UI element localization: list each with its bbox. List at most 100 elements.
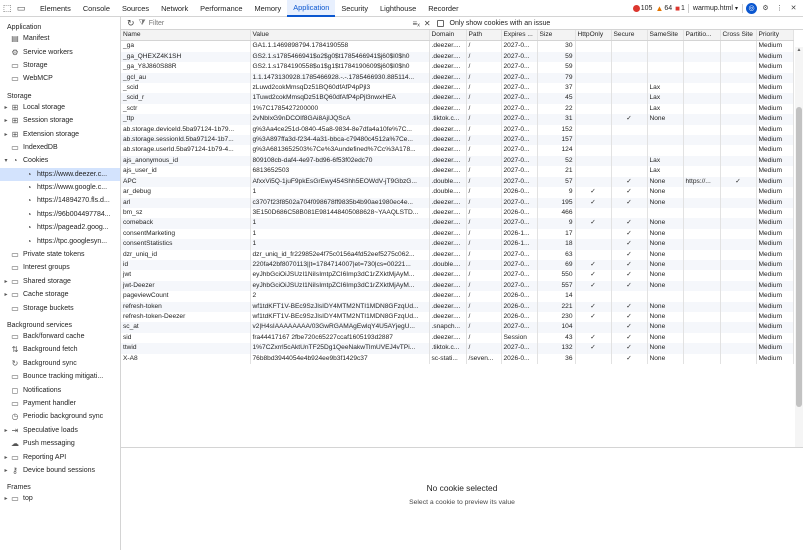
sidebar-item-reporting-api[interactable]: ▸ ▭ Reporting API [0, 450, 120, 463]
sidebar-item-session-storage[interactable]: ▸ ⊞ Session storage [0, 114, 120, 127]
expand-arrow-icon[interactable]: ▸ [2, 495, 10, 502]
sidebar-item-storage-buckets[interactable]: ▭ Storage buckets [0, 301, 120, 314]
sidebar-item-interest-groups[interactable]: ▭ Interest groups [0, 261, 120, 274]
table-row[interactable]: sc_at v2|H4sIAAAAAAAA/03GwRGAMAgEwlqY4U5A… [121, 322, 794, 333]
table-row[interactable]: consentMarketing 1 .deezer..../2026-1... 17… [121, 228, 794, 240]
sidebar-item-indexeddb[interactable]: ▭ IndexedDB [0, 141, 120, 154]
table-row[interactable]: APC AfxxVi5Q-1juF9pkEsGrEwy454Shh5EOWdV-j… [121, 176, 794, 188]
sidebar-item-back-forward-cache[interactable]: ▭ Back/forward cache [0, 330, 120, 343]
table-row[interactable]: _scid zLuwd2cokMmsqDz51BQ60dfAfP4pPjl3 .de… [121, 83, 794, 94]
gear-icon[interactable]: ⚙ [760, 3, 771, 14]
sidebar-item-cookies[interactable]: ▾ ◔ Cookies [0, 154, 120, 167]
sidebar-item-speculative-loads[interactable]: ▸ ⇥ Speculative loads [0, 424, 120, 437]
sidebar-item-device-bound-sessions[interactable]: ▸ ⚷ Device bound sessions [0, 464, 120, 477]
expand-arrow-icon[interactable]: ▸ [2, 467, 10, 474]
tab-recorder[interactable]: Recorder [422, 0, 464, 17]
table-scrollbar[interactable]: ▲ [795, 47, 803, 461]
sidebar-item-background-sync[interactable]: ↻ Background sync [0, 357, 120, 370]
table-row[interactable]: _ga_QHEXZ4K1SH GS2.1.s1785466941$o2$g0$t1… [121, 51, 794, 63]
table-row[interactable]: arl c3707f23f8502a704f098678ff9835b4b90ae… [121, 197, 794, 208]
table-row[interactable]: comeback 1 .deezer..../2027-0... 9 ✓ ✓ None Med… [121, 218, 794, 229]
column-header-path[interactable]: Path [466, 30, 502, 42]
table-row[interactable]: ab.storage.userId.5ba97124-1b79-4... g%3A… [121, 145, 794, 156]
column-header-name[interactable]: Name [121, 30, 251, 42]
sidebar-item-bounce-tracking-mitigati[interactable]: ▭ Bounce tracking mitigati... [0, 370, 120, 383]
clear-all-cookies-icon[interactable]: ✕ [424, 19, 431, 28]
tab-performance[interactable]: Performance [194, 0, 248, 17]
sidebar-item-https-www-google-c[interactable]: ◔ https://www.google.c... [0, 181, 120, 194]
table-row[interactable]: bm_sz 3E150D686C58B081E981448405088628~YA… [121, 207, 794, 219]
expand-arrow-icon[interactable]: ▸ [2, 131, 10, 138]
more-options-icon[interactable]: ⋮ [774, 3, 785, 14]
sidebar-item-manifest[interactable]: ▤ Manifest [0, 32, 120, 45]
table-row[interactable]: _sctr 1%7C1785427200000 .deezer..../2027-0… [121, 103, 794, 115]
table-row[interactable]: X-A8 76b8bd3944054e4b924ee9b3f1429c37 sc-s… [121, 353, 794, 364]
tab-console[interactable]: Console [77, 0, 116, 17]
scroll-up-icon[interactable]: ▲ [795, 47, 803, 53]
table-row[interactable]: ajs_user_id 6813652503 .deezer..../2027-0.… [121, 166, 794, 177]
table-row[interactable]: _ga_Y8J860S88R GS2.1.s1784190558$o1$g1$t1… [121, 62, 794, 73]
sidebar-item-push-messaging[interactable]: ☁ Push messaging [0, 437, 120, 450]
sidebar-item-cache-storage[interactable]: ▸ ▭ Cache storage [0, 288, 120, 301]
sidebar-item-top[interactable]: ▸ ▭ top [0, 492, 120, 505]
sidebar-item-local-storage[interactable]: ▸ ⊞ Local storage [0, 101, 120, 114]
sidebar-item-https-tpc-googlesyn[interactable]: ◔ https://tpc.googlesyn... [0, 234, 120, 247]
column-header-expires[interactable]: Expires ... [501, 30, 538, 42]
table-row[interactable]: _scid_r 1Tuwd2cokMmsqDz51BQ60dfAfP4pPjl3n… [121, 93, 794, 104]
table-row[interactable]: pageviewCount 2 .deezer..../2026-0... 14 Med… [121, 291, 794, 302]
tab-lighthouse[interactable]: Lighthouse [374, 0, 422, 17]
expand-arrow-icon[interactable]: ▸ [2, 117, 10, 124]
sidebar-item-storage[interactable]: ▭ Storage [0, 59, 120, 72]
table-row[interactable]: id 220fa42bf8070113||t=1784714007|et=730|… [121, 259, 794, 271]
sidebar-item-background-fetch[interactable]: ⇅ Background fetch [0, 343, 120, 356]
table-row[interactable]: ttwid 1%7CZxrrl5cAktUnTF25Dg1QeeNakwTlmUV… [121, 343, 794, 354]
table-row[interactable]: jwt eyJhbGciOiJSUzI1NiIsImtpZCI6Imp3dC1rZ… [121, 270, 794, 281]
inspect-element-icon[interactable]: ⬚ [0, 1, 14, 15]
table-row[interactable]: ar_debug 1 .double..../2026-0... 9 ✓ ✓ None Med… [121, 187, 794, 198]
column-header-cross-site[interactable]: Cross Site [720, 30, 757, 42]
refresh-icon[interactable]: ↻ [127, 18, 135, 29]
sidebar-item-https-14894270-fls-d[interactable]: ◔ https://14894270.fls.d... [0, 194, 120, 207]
sidebar-item-https-www-deezer-c[interactable]: ◔ https://www.deezer.c... [0, 167, 120, 181]
expand-arrow-icon[interactable]: ▾ [2, 157, 10, 164]
sidebar-item-shared-storage[interactable]: ▸ ▭ Shared storage [0, 275, 120, 288]
sidebar-item-notifications[interactable]: ◻ Notifications [0, 383, 120, 396]
column-header-size[interactable]: Size [537, 30, 576, 42]
table-row[interactable]: _ga GA1.1.1469898794.1784190558 .deezer...… [121, 40, 794, 52]
only-issues-checkbox[interactable] [436, 19, 444, 27]
tab-security[interactable]: Security [335, 0, 374, 17]
column-header-partitio[interactable]: Partitio... [683, 30, 721, 42]
filter-input[interactable]: ⧩ Filter [139, 18, 369, 28]
table-row[interactable]: refresh-token-Deezer wf1tdKFT1V-BEc9SzJls… [121, 311, 794, 323]
expand-arrow-icon[interactable]: ▸ [2, 427, 10, 434]
sidebar-item-periodic-background-sync[interactable]: ◷ Periodic background sync [0, 410, 120, 423]
device-toolbar-icon[interactable]: ▭ [14, 1, 28, 15]
table-row[interactable]: ab.storage.sessionId.5ba97124-1b7... g%3A… [121, 135, 794, 146]
table-row[interactable]: jwt-Deezer eyJhbGciOiJSUzI1NiIsImtpZCI6Im… [121, 280, 794, 292]
sidebar-item-extension-storage[interactable]: ▸ ⊞ Extension storage [0, 127, 120, 140]
table-row[interactable]: _gcl_au 1.1.1473130928.1785466928.-.-.178… [121, 72, 794, 84]
scrollbar-thumb[interactable] [796, 107, 802, 407]
tab-application[interactable]: Application [287, 0, 336, 17]
expand-arrow-icon[interactable]: ▸ [2, 104, 10, 111]
tab-sources[interactable]: Sources [116, 0, 155, 17]
clear-filtered-cookies-icon[interactable]: ≡ₓ [413, 19, 420, 28]
column-header-samesite[interactable]: SameSite [647, 30, 684, 42]
ai-assistance-icon[interactable]: ◎ [746, 2, 757, 14]
sidebar-item-webmcp[interactable]: ▭ WebMCP [0, 72, 120, 85]
table-row[interactable]: refresh-token wf1tdKFT1V-BEc9SzJlsIDY4MTM… [121, 301, 794, 312]
error-count-badge[interactable]: 105 [632, 4, 652, 12]
warning-count-badge[interactable]: ▲ 64 [655, 4, 672, 13]
table-row[interactable]: ajs_anonymous_id 809108cb-daf4-4e97-bd96-… [121, 155, 794, 167]
table-row[interactable]: ab.storage.deviceId.5ba97124-1b79... g%3A… [121, 124, 794, 136]
column-header-value[interactable]: Value [250, 30, 430, 42]
sidebar-item-https-96b004497784[interactable]: ◔ https://96b004497784... [0, 208, 120, 221]
column-header-domain[interactable]: Domain [429, 30, 467, 42]
column-header-httponly[interactable]: HttpOnly [575, 30, 612, 42]
sidebar-item-https-pagead2-goog[interactable]: ◔ https://pagead2.goog... [0, 221, 120, 234]
column-header-priority[interactable]: Priority [756, 30, 794, 42]
context-selector[interactable]: warmup.html ▾ [687, 3, 743, 13]
expand-arrow-icon[interactable]: ▸ [2, 278, 10, 285]
expand-arrow-icon[interactable]: ▸ [2, 454, 10, 461]
tab-memory[interactable]: Memory [248, 0, 287, 17]
